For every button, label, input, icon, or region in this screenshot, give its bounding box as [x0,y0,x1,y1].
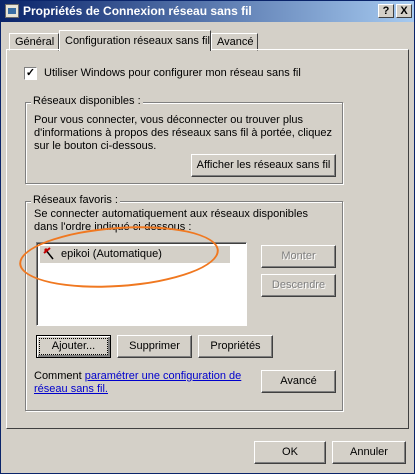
dialog-window: Propriétés de Connexion réseau sans fil … [0,0,415,474]
available-networks-group: Réseaux disponibles : Pour vous connecte… [25,95,343,184]
tab-panel: ✓ Utiliser Windows pour configurer mon r… [6,49,409,429]
network-name: epikoi (Automatique) [61,248,162,260]
preferred-networks-title: Réseaux favoris : [31,194,120,206]
move-up-button[interactable]: Monter [261,245,336,268]
preferred-networks-description: Se connecter automatiquement aux réseaux… [34,208,308,233]
help-text: Comment paramétrer une configuration de … [34,370,244,396]
close-button[interactable]: X [396,4,412,18]
ok-button[interactable]: OK [254,441,326,464]
list-item[interactable]: epikoi (Automatique) [40,246,230,263]
preferred-networks-list[interactable]: epikoi (Automatique) [36,242,247,326]
help-text-prefix: Comment [34,370,85,382]
add-button[interactable]: Ajouter... [36,335,111,358]
tab-wireless-networks[interactable]: Configuration réseaux sans fil [59,30,211,51]
advanced-button[interactable]: Avancé [261,370,336,393]
cancel-button[interactable]: Annuler [332,441,406,464]
remove-button[interactable]: Supprimer [117,335,192,358]
wireless-network-icon [43,247,54,260]
available-networks-title: Réseaux disponibles : [31,95,143,107]
view-wireless-networks-button[interactable]: Afficher les réseaux sans fil [191,154,336,177]
window-title: Propriétés de Connexion réseau sans fil [23,4,252,18]
title-bar[interactable]: Propriétés de Connexion réseau sans fil … [1,1,414,22]
use-windows-label[interactable]: Utiliser Windows pour configurer mon rés… [44,67,301,79]
move-down-button[interactable]: Descendre [261,274,336,297]
network-connection-icon [5,4,19,18]
preferred-networks-group: Réseaux favoris : Se connecter automatiq… [25,194,343,411]
help-button[interactable]: ? [378,4,394,18]
available-networks-description: Pour vous connecter, vous déconnecter ou… [34,114,333,152]
use-windows-checkbox[interactable]: ✓ [24,67,37,80]
properties-button[interactable]: Propriétés [198,335,273,358]
